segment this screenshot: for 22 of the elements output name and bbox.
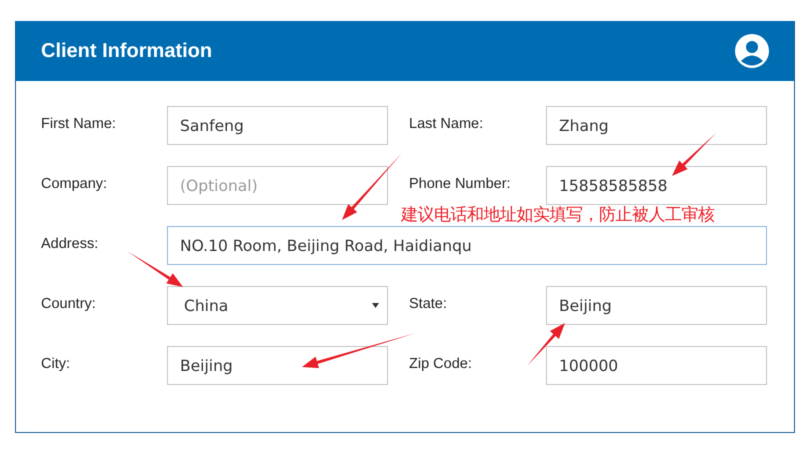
field-label: Company: bbox=[41, 175, 108, 192]
input-field[interactable]: Zhang bbox=[546, 106, 767, 145]
field-label: City: bbox=[41, 355, 71, 372]
input-field[interactable]: Beijing bbox=[546, 286, 767, 325]
dropdown[interactable]: China bbox=[167, 286, 388, 325]
field-label: Country: bbox=[41, 295, 97, 312]
input-field[interactable]: Sanfeng bbox=[167, 106, 388, 145]
field-label: Phone Number: bbox=[409, 175, 512, 192]
field-label: State: bbox=[409, 295, 448, 312]
user-icon[interactable] bbox=[735, 34, 769, 68]
field-label: Address: bbox=[41, 235, 100, 252]
input-field[interactable]: (Optional) bbox=[167, 166, 388, 205]
caret-icon bbox=[372, 303, 379, 308]
field-label: First Name: bbox=[41, 115, 117, 132]
annotation-note: 建议电话和地址如实填写，防止被人工审核 bbox=[401, 206, 714, 225]
panel-title: Client Information bbox=[41, 40, 212, 62]
input-field[interactable]: 100000 bbox=[546, 346, 767, 385]
input-field[interactable]: NO.10 Room, Beijing Road, Haidianqu bbox=[167, 226, 767, 265]
field-label: Last Name: bbox=[409, 115, 484, 132]
field-label: Zip Code: bbox=[409, 355, 473, 372]
input-field[interactable]: Beijing bbox=[167, 346, 388, 385]
input-field[interactable]: 15858585858 bbox=[546, 166, 767, 205]
